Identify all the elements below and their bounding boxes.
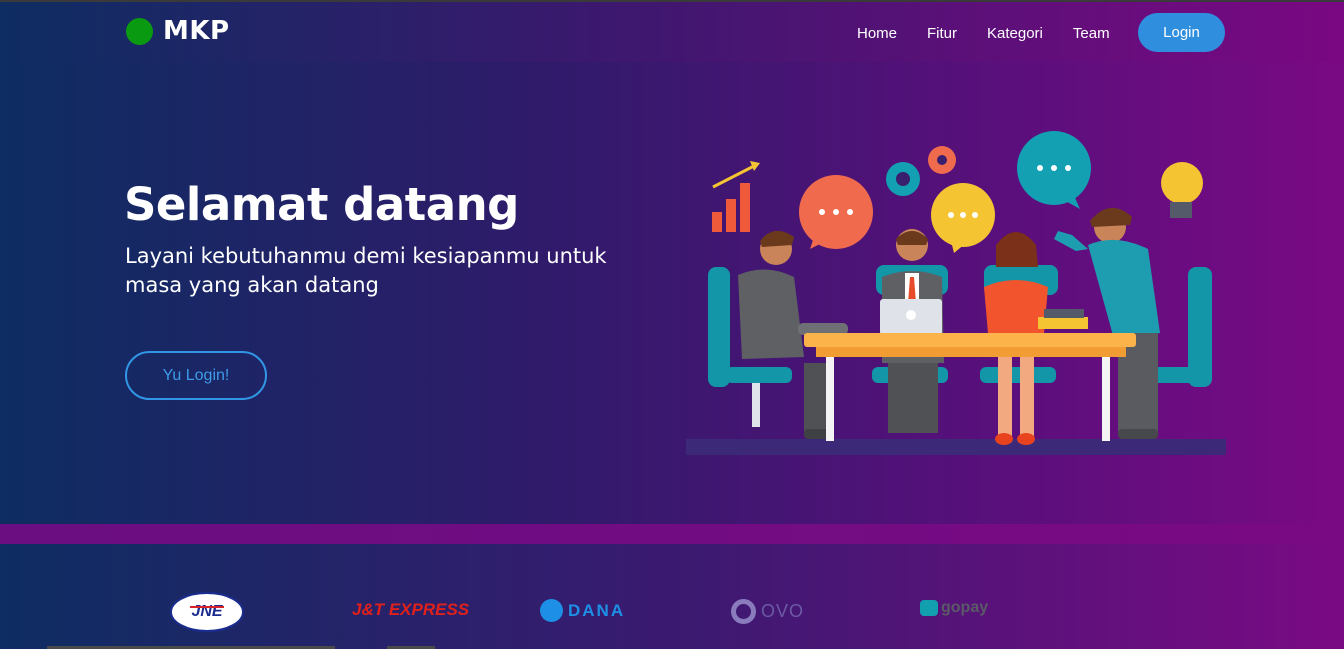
gopay-logo (920, 600, 938, 616)
hero-subtitle: Layani kebutuhanmu demi kesiapanmu untuk… (125, 244, 607, 297)
partner-gopay: gopay (920, 599, 988, 617)
lightbulb-icon (1161, 162, 1203, 218)
dana-wordmark: DANA (568, 600, 626, 620)
growth-chart-icon (712, 161, 760, 232)
speech-bubble-icon (931, 183, 995, 253)
jnt-logo: J&T EXPRESS (352, 600, 470, 619)
gear-icon (886, 162, 920, 196)
partner-ovo: OVO (731, 599, 804, 624)
gear-icon (928, 146, 956, 174)
speech-bubble-icon (1017, 131, 1091, 209)
hero-title: Selamat datang (124, 178, 519, 231)
partners-section: JNE J&T EXPRESS DANA OVO gopay (0, 544, 1344, 649)
dana-logo (540, 599, 563, 622)
partner-jne: JNE (170, 592, 244, 636)
hero-section: MKP Home Fitur Kategori Team Login Selam… (0, 2, 1344, 524)
speech-bubble-icon (799, 175, 873, 249)
cta-login-button[interactable]: Yu Login! (125, 351, 267, 400)
person-figure (880, 229, 944, 433)
navbar: MKP Home Fitur Kategori Team Login (0, 2, 1344, 62)
jne-logo: JNE (170, 592, 244, 632)
nav-item-fitur[interactable]: Fitur (927, 25, 957, 42)
partner-jnt: J&T EXPRESS (352, 600, 469, 620)
section-divider (0, 524, 1344, 544)
nav-item-kategori[interactable]: Kategori (987, 25, 1043, 42)
brand-logo-icon (126, 17, 153, 45)
ovo-wordmark: OVO (761, 601, 805, 621)
brand-name: MKP (163, 16, 230, 46)
nav-item-home[interactable]: Home (857, 25, 897, 42)
team-meeting-illustration (686, 131, 1226, 455)
jne-wordmark: JNE (191, 603, 223, 620)
nav-links: Home Fitur Kategori Team (857, 25, 1140, 42)
nav-item-team[interactable]: Team (1073, 25, 1110, 42)
brand[interactable]: MKP (126, 16, 230, 46)
ovo-logo (731, 599, 756, 624)
login-button[interactable]: Login (1138, 13, 1225, 52)
gopay-wordmark: gopay (941, 599, 989, 616)
partner-dana: DANA (540, 599, 625, 622)
